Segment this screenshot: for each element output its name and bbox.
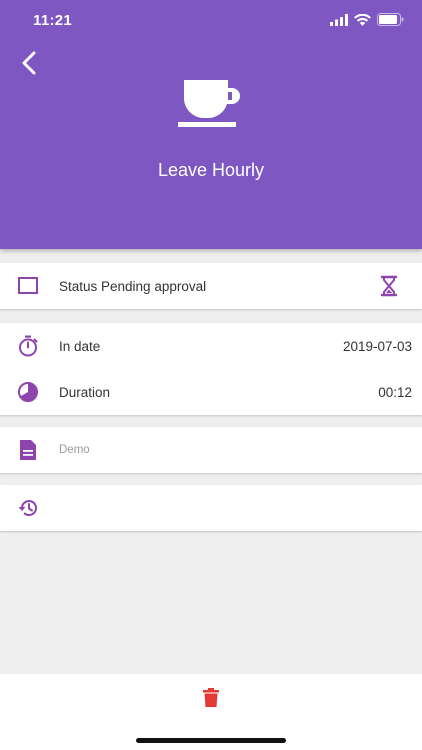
status-card: Status Pending approval bbox=[0, 263, 422, 309]
leave-detail-screen: 11:21 Leave Hourly Status Pending approv… bbox=[0, 0, 422, 750]
back-button[interactable] bbox=[14, 48, 44, 78]
history-icon bbox=[16, 496, 40, 520]
document-icon bbox=[16, 438, 40, 462]
note-row: Demo bbox=[0, 427, 422, 473]
header: 11:21 Leave Hourly bbox=[0, 0, 422, 249]
details-card: In date 2019-07-03 Duration 00:12 bbox=[0, 323, 422, 415]
status-label: Status Pending approval bbox=[59, 278, 207, 294]
note-card: Demo bbox=[0, 427, 422, 473]
signal-icon bbox=[330, 13, 348, 26]
history-row[interactable] bbox=[0, 485, 422, 531]
in-date-label: In date bbox=[59, 338, 101, 354]
in-date-value: 2019-07-03 bbox=[342, 338, 412, 354]
status-row: Status Pending approval bbox=[0, 263, 422, 309]
history-card bbox=[0, 485, 422, 531]
wifi-icon bbox=[354, 13, 371, 26]
delete-button[interactable] bbox=[199, 686, 223, 710]
battery-icon bbox=[377, 13, 404, 26]
status-bar: 11:21 bbox=[0, 0, 422, 44]
chevron-left-icon bbox=[22, 51, 36, 75]
status-time: 11:21 bbox=[33, 12, 73, 29]
duration-row: Duration 00:12 bbox=[0, 369, 422, 415]
checkbox-outline-icon bbox=[16, 274, 40, 298]
note-text: Demo bbox=[59, 444, 90, 456]
duration-label: Duration bbox=[59, 384, 111, 400]
pie-chart-icon bbox=[16, 380, 40, 404]
status-icons bbox=[330, 13, 404, 26]
duration-value: 00:12 bbox=[378, 384, 412, 400]
in-date-row: In date 2019-07-03 bbox=[0, 323, 422, 369]
hourglass-icon bbox=[378, 275, 400, 297]
page-title: Leave Hourly bbox=[157, 160, 265, 180]
bottom-bar bbox=[0, 674, 422, 750]
trash-icon bbox=[203, 688, 219, 707]
coffee-cup-icon bbox=[178, 80, 240, 127]
stopwatch-icon bbox=[16, 334, 40, 358]
home-indicator[interactable] bbox=[136, 738, 286, 743]
